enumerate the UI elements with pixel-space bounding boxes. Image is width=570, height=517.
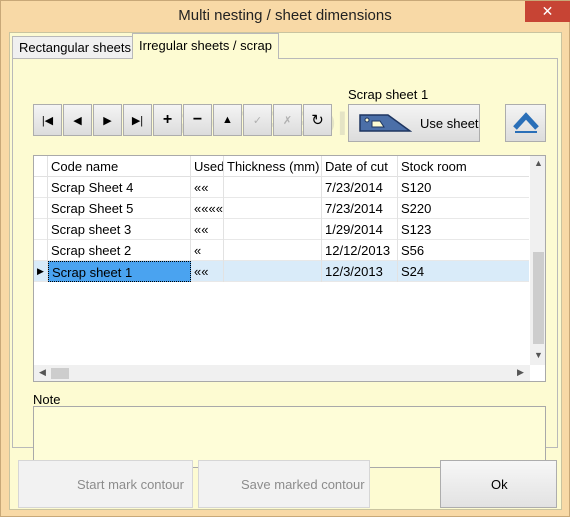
note-textarea[interactable] (33, 406, 546, 468)
cell-code-name[interactable]: Scrap Sheet 4 (48, 177, 191, 198)
window-title: Multi nesting / sheet dimensions (178, 7, 392, 24)
use-sheet-label: Use sheet (420, 116, 479, 131)
cell-used[interactable]: « (191, 240, 224, 261)
title-bar[interactable]: Multi nesting / sheet dimensions ✕ (1, 1, 570, 32)
start-mark-contour-button[interactable]: Start mark contour (18, 460, 193, 508)
post-edit-button[interactable]: ✓ (243, 104, 272, 136)
cell-date-of-cut[interactable]: 12/12/2013 (322, 240, 398, 261)
chevron-up-icon (513, 112, 539, 133)
edit-record-button[interactable]: ▲ (213, 104, 242, 136)
cell-date-of-cut[interactable]: 1/29/2014 (322, 219, 398, 240)
cell-stock-room[interactable]: S56 (398, 240, 529, 261)
cell-used[interactable]: ««««« (191, 198, 224, 219)
scroll-right-arrow-icon[interactable]: ▶ (517, 367, 524, 378)
cell-date-of-cut[interactable]: 12/3/2013 (322, 261, 398, 282)
cell-code-name[interactable]: Scrap sheet 3 (48, 219, 191, 240)
irregular-sheets-panel: SOFTPEDIA |◀ ◀ ▶ ▶| + − ▲ ✓ ✗ ↻ Scrap sh… (12, 58, 558, 468)
grid-header: Code name Used Thickness (mm) Date of cu… (34, 156, 529, 177)
ok-button[interactable]: Ok (440, 460, 557, 508)
cell-code-name[interactable]: Scrap sheet 2 (48, 240, 191, 261)
dialog-client-area: Rectangular sheets Irregular sheets / sc… (9, 32, 562, 510)
cell-thickness[interactable] (224, 240, 322, 261)
row-indicator (34, 198, 48, 219)
cell-used[interactable]: «« (191, 219, 224, 240)
row-indicator (34, 219, 48, 240)
column-header-date-of-cut[interactable]: Date of cut (322, 156, 398, 177)
horizontal-scrollbar[interactable]: ◀ ▶ (34, 365, 530, 381)
cell-stock-room[interactable]: S120 (398, 177, 529, 198)
cell-used[interactable]: «« (191, 177, 224, 198)
cell-date-of-cut[interactable]: 7/23/2014 (322, 198, 398, 219)
row-indicator (34, 177, 48, 198)
cell-thickness[interactable] (224, 261, 322, 282)
current-sheet-label: Scrap sheet 1 (348, 87, 429, 102)
cell-code-name[interactable]: Scrap Sheet 5 (48, 198, 191, 219)
cell-stock-room[interactable]: S24 (398, 261, 529, 282)
last-record-button[interactable]: ▶| (123, 104, 152, 136)
vertical-scroll-thumb[interactable] (533, 252, 544, 344)
table-row-selected[interactable]: ▶ Scrap sheet 1 «« 12/3/2013 S24 (34, 261, 529, 282)
cell-used[interactable]: «« (191, 261, 224, 282)
ok-label: Ok (491, 477, 508, 492)
scroll-down-arrow-icon[interactable]: ▼ (534, 350, 543, 360)
close-button[interactable]: ✕ (525, 1, 570, 22)
row-indicator (34, 240, 48, 261)
collapse-up-button[interactable] (505, 104, 546, 142)
current-row-indicator: ▶ (34, 261, 48, 282)
cell-thickness[interactable] (224, 177, 322, 198)
insert-record-button[interactable]: + (153, 104, 182, 136)
scrap-sheet-icon (358, 113, 413, 136)
first-record-button[interactable]: |◀ (33, 104, 62, 136)
prior-record-button[interactable]: ◀ (63, 104, 92, 136)
cell-date-of-cut[interactable]: 7/23/2014 (322, 177, 398, 198)
column-header-code-name[interactable]: Code name (48, 156, 191, 177)
cell-stock-room[interactable]: S123 (398, 219, 529, 240)
scroll-up-arrow-icon[interactable]: ▲ (534, 158, 543, 168)
save-marked-contour-button[interactable]: Save marked contour (198, 460, 370, 508)
header-indicator-cell (34, 156, 48, 177)
column-header-thickness[interactable]: Thickness (mm) (224, 156, 322, 177)
table-row[interactable]: Scrap sheet 3 «« 1/29/2014 S123 (34, 219, 529, 240)
cell-thickness[interactable] (224, 198, 322, 219)
column-header-stock-room[interactable]: Stock room (398, 156, 529, 177)
vertical-scrollbar[interactable]: ▲ ▼ (530, 156, 545, 365)
next-record-button[interactable]: ▶ (93, 104, 122, 136)
cell-code-name[interactable]: Scrap sheet 1 (48, 261, 191, 282)
refresh-data-button[interactable]: ↻ (303, 104, 332, 136)
cell-thickness[interactable] (224, 219, 322, 240)
horizontal-scroll-thumb[interactable] (51, 368, 69, 379)
table-row[interactable]: Scrap Sheet 5 ««««« 7/23/2014 S220 (34, 198, 529, 219)
scroll-left-arrow-icon[interactable]: ◀ (39, 367, 46, 378)
cancel-edit-button[interactable]: ✗ (273, 104, 302, 136)
start-mark-contour-label: Start mark contour (77, 477, 184, 492)
record-navigator: |◀ ◀ ▶ ▶| + − ▲ ✓ ✗ ↻ (33, 104, 333, 136)
note-label: Note (33, 392, 61, 407)
use-sheet-button[interactable]: Use sheet (348, 104, 480, 142)
table-row[interactable]: Scrap sheet 2 « 12/12/2013 S56 (34, 240, 529, 261)
tab-rectangular-sheets[interactable]: Rectangular sheets (12, 36, 139, 58)
tab-irregular-sheets-scrap[interactable]: Irregular sheets / scrap (132, 33, 279, 59)
cell-stock-room[interactable]: S220 (398, 198, 529, 219)
scrap-sheets-grid[interactable]: Code name Used Thickness (mm) Date of cu… (33, 155, 546, 382)
table-row[interactable]: Scrap Sheet 4 «« 7/23/2014 S120 (34, 177, 529, 198)
main-window: Multi nesting / sheet dimensions ✕ Recta… (0, 0, 570, 517)
save-marked-contour-label: Save marked contour (241, 477, 365, 492)
delete-record-button[interactable]: − (183, 104, 212, 136)
column-header-used[interactable]: Used (191, 156, 224, 177)
